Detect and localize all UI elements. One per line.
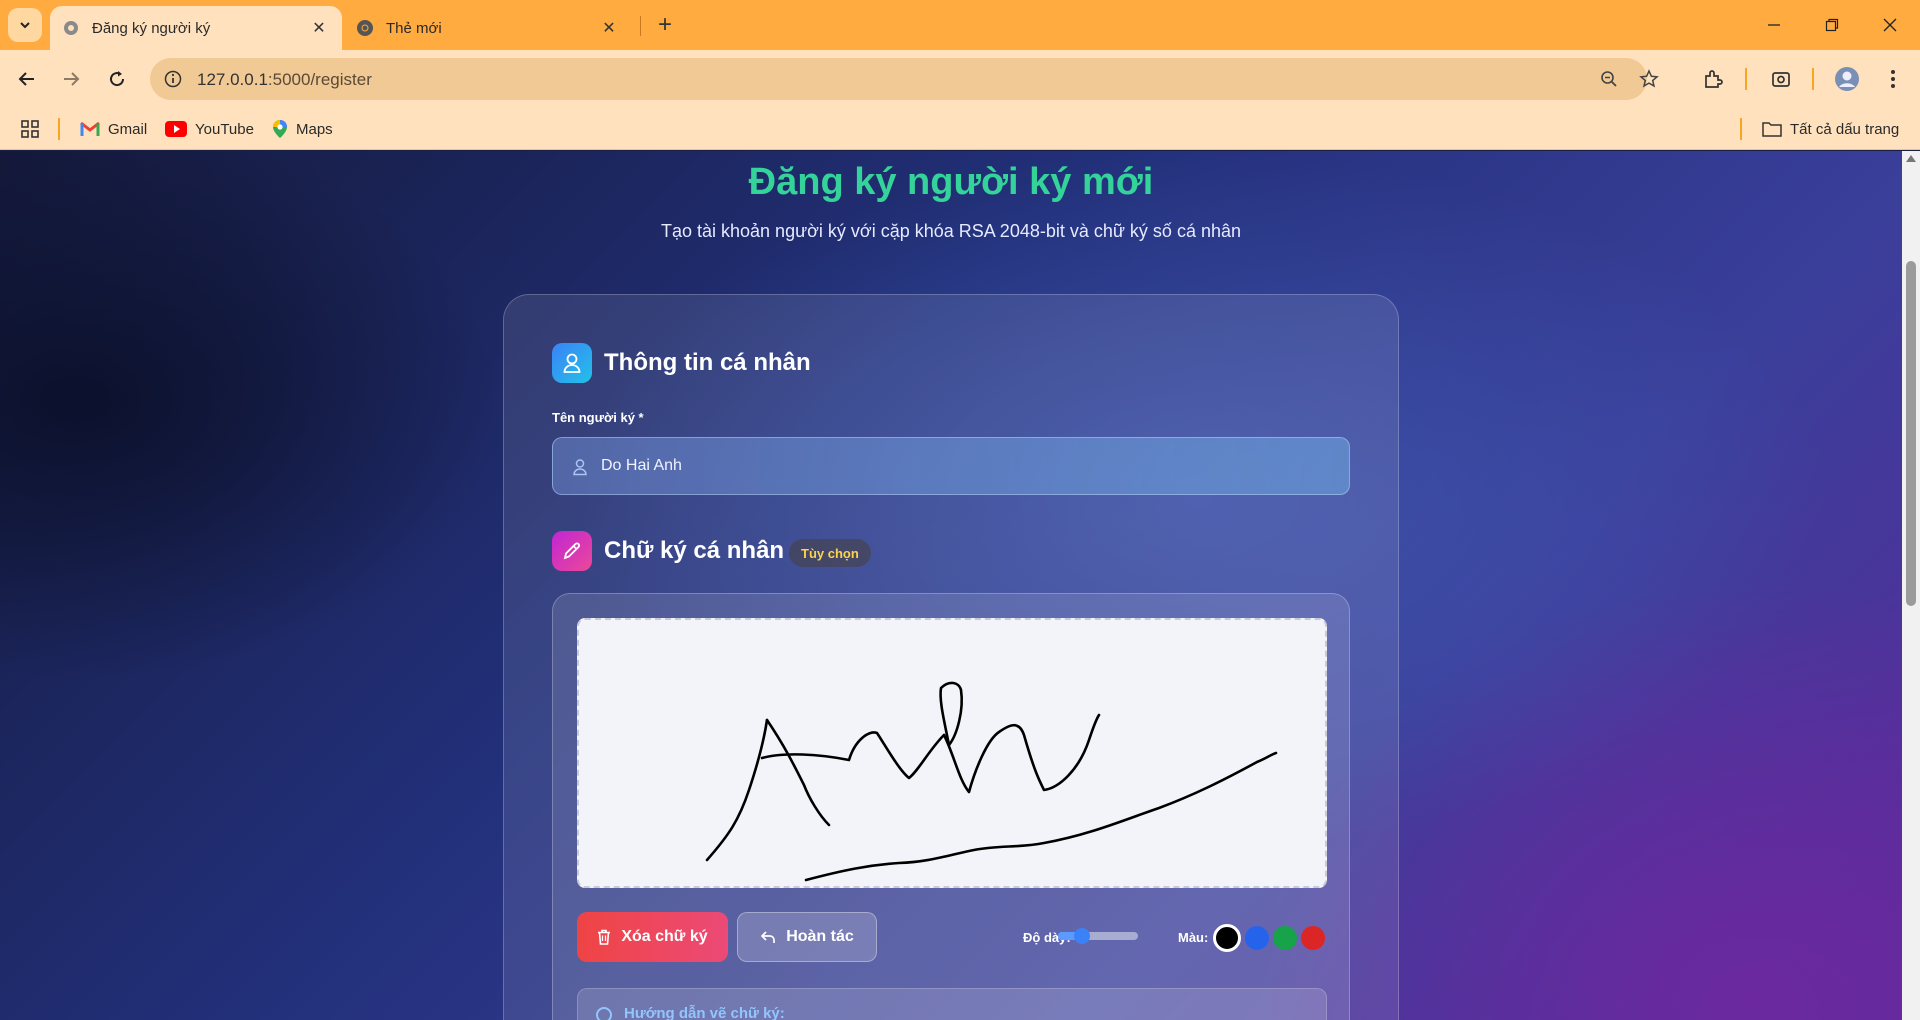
tab-divider — [640, 16, 641, 36]
color-label: Màu: — [1178, 930, 1209, 945]
bookmark-maps[interactable]: Maps — [272, 118, 333, 140]
tab-title: Đăng ký người ký — [92, 19, 211, 37]
scrollbar-thumb[interactable] — [1906, 261, 1916, 606]
chrome-icon — [357, 20, 373, 36]
screenshot-icon[interactable] — [1764, 62, 1798, 96]
url-text[interactable]: 127.0.0.1:5000/register — [197, 70, 372, 90]
undo-button[interactable]: Hoàn tác — [737, 912, 877, 962]
site-info-icon[interactable] — [160, 66, 186, 92]
minimize-button[interactable] — [1745, 0, 1803, 50]
tab-new-tab[interactable]: Thẻ mới ✕ — [344, 6, 632, 50]
user-icon — [569, 456, 591, 478]
address-bar[interactable]: 127.0.0.1:5000/register — [150, 58, 1659, 100]
color-swatch-black[interactable] — [1213, 924, 1241, 952]
undo-icon — [760, 930, 776, 944]
bookmarks-divider — [1740, 118, 1742, 140]
bookmark-label: Gmail — [108, 120, 148, 138]
restore-icon — [1825, 18, 1839, 32]
restore-button[interactable] — [1803, 0, 1861, 50]
arrow-left-icon — [18, 72, 34, 86]
thickness-slider-thumb[interactable] — [1074, 928, 1090, 944]
chevron-down-icon — [20, 22, 30, 29]
all-bookmarks-button[interactable]: Tất cả dấu trang — [1762, 118, 1899, 140]
kebab-menu-icon[interactable] — [1876, 62, 1910, 96]
trash-icon — [597, 929, 611, 945]
reload-icon — [110, 71, 125, 87]
signature-guide-title: Hướng dẫn vẽ chữ ký: — [624, 1005, 785, 1020]
close-tab-icon[interactable]: ✕ — [308, 17, 330, 39]
color-swatch-blue[interactable] — [1245, 926, 1269, 950]
tab-register[interactable]: Đăng ký người ký ✕ — [50, 6, 342, 50]
signer-name-label: Tên người ký * — [552, 410, 644, 425]
arrow-right-icon — [64, 72, 80, 86]
signature-canvas[interactable] — [577, 618, 1327, 888]
clear-signature-button[interactable]: Xóa chữ ký — [577, 912, 728, 962]
browser-toolbar: 127.0.0.1:5000/register — [0, 50, 1920, 108]
close-window-button[interactable] — [1861, 0, 1919, 50]
globe-icon — [64, 21, 78, 35]
bookmarks-divider — [58, 118, 60, 140]
gmail-icon — [80, 121, 100, 137]
bookmark-label: Maps — [296, 120, 333, 138]
toolbar-divider — [1745, 68, 1747, 90]
signature-section-title: Chữ ký cá nhân — [604, 537, 785, 564]
bookmark-gmail[interactable]: Gmail — [80, 118, 147, 140]
forward-button[interactable] — [52, 60, 90, 98]
thickness-slider[interactable] — [1058, 928, 1138, 944]
tab-title: Thẻ mới — [386, 19, 442, 37]
maps-icon — [272, 119, 288, 139]
personal-info-title: Thông tin cá nhân — [604, 349, 811, 376]
signer-name-input[interactable]: Do Hai Anh — [552, 437, 1350, 495]
bookmark-youtube[interactable]: YouTube — [165, 118, 254, 140]
pencil-icon — [552, 531, 592, 571]
signature-panel: Xóa chữ ký Hoàn tác Độ dày: Màu: Hướng d… — [552, 593, 1350, 1020]
info-icon — [596, 1007, 612, 1020]
toolbar-divider — [1812, 68, 1814, 90]
register-form-card: Thông tin cá nhân Tên người ký * Do Hai … — [503, 294, 1399, 1020]
apps-grid-icon[interactable] — [20, 118, 40, 140]
url-path: :5000/register — [267, 70, 372, 89]
page-content: Đăng ký người ký mới Tạo tài khoản người… — [0, 151, 1902, 1020]
back-button[interactable] — [8, 60, 46, 98]
page-title: Đăng ký người ký mới — [748, 161, 1154, 203]
signature-drawing — [705, 681, 1278, 882]
bookmarks-bar: Gmail YouTube Maps Tất cả dấu trang — [0, 108, 1920, 150]
signer-name-value: Do Hai Anh — [601, 457, 682, 474]
url-host: 127.0.0.1 — [197, 70, 268, 89]
zoom-icon[interactable] — [1596, 66, 1622, 92]
all-bookmarks-label: Tất cả dấu trang — [1790, 120, 1900, 138]
page-subtitle: Tạo tài khoản người ký với cặp khóa RSA … — [660, 221, 1242, 241]
youtube-icon — [165, 121, 187, 137]
profile-avatar[interactable] — [1830, 62, 1864, 96]
optional-badge: Tùy chọn — [789, 539, 871, 567]
color-swatch-red[interactable] — [1301, 926, 1325, 950]
bookmark-star-icon[interactable] — [1636, 66, 1662, 92]
color-swatch-green[interactable] — [1273, 926, 1297, 950]
minimize-icon — [1768, 24, 1780, 26]
clear-signature-label: Xóa chữ ký — [621, 928, 708, 945]
signature-guide-box: Hướng dẫn vẽ chữ ký: — [577, 988, 1327, 1020]
user-icon — [552, 343, 592, 383]
scroll-up-arrow-icon[interactable] — [1906, 155, 1916, 162]
undo-label: Hoàn tác — [786, 928, 854, 945]
extensions-icon[interactable] — [1696, 62, 1730, 96]
close-icon — [1883, 18, 1897, 32]
folder-icon — [1762, 121, 1782, 137]
bookmark-label: YouTube — [195, 120, 254, 138]
reload-button[interactable] — [98, 60, 136, 98]
browser-tab-bar: Đăng ký người ký ✕ Thẻ mới ✕ + — [0, 0, 1920, 50]
new-tab-button[interactable]: + — [650, 10, 680, 40]
close-tab-icon[interactable]: ✕ — [598, 17, 620, 39]
tab-search-button[interactable] — [8, 8, 42, 42]
page-scrollbar[interactable] — [1902, 151, 1920, 1020]
